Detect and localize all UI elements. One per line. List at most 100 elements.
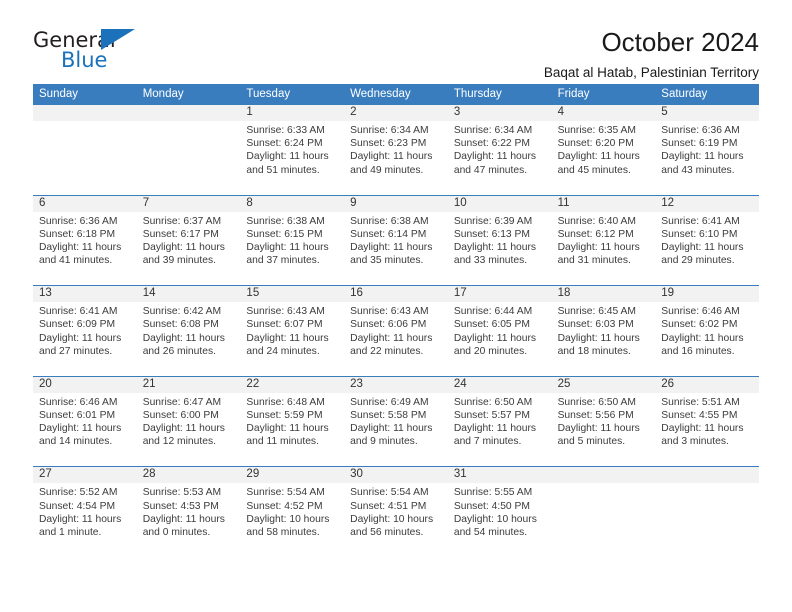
day-number: 28 [136, 467, 241, 484]
day-number: 25 [551, 376, 656, 393]
day-number: 31 [447, 467, 552, 484]
day-number: 4 [551, 105, 656, 121]
calendar-week-row: 6 Sunrise: 6:36 AM Sunset: 6:18 PM Daylig… [33, 194, 759, 286]
weekday-header-tuesday: Tuesday [246, 88, 291, 100]
day-number: 5 [655, 105, 759, 121]
calendar-day-cell[interactable]: 31 Sunrise: 5:55 AM Sunset: 4:50 PM Dayli… [447, 467, 552, 557]
day-sun-info: Sunrise: 6:41 AM Sunset: 6:09 PM Dayligh… [39, 306, 122, 357]
day-sun-info: Sunrise: 6:44 AM Sunset: 6:05 PM Dayligh… [453, 306, 537, 357]
calendar-day-cell[interactable]: 11 Sunrise: 6:40 AM Sunset: 6:12 PM Dayli… [551, 195, 656, 286]
calendar-day-cell[interactable]: 13 Sunrise: 6:41 AM Sunset: 6:09 PM Dayli… [33, 286, 137, 376]
logo-triangle-icon [101, 29, 135, 50]
weekday-header-thursday: Thursday [453, 88, 502, 100]
calendar-day-cell[interactable]: 26 Sunrise: 5:51 AM Sunset: 4:55 PM Dayli… [655, 376, 759, 467]
day-number: 13 [33, 286, 137, 303]
day-sun-info: Sunrise: 6:36 AM Sunset: 6:18 PM Dayligh… [39, 215, 122, 267]
page-title: October 2024 [601, 27, 759, 57]
day-number: 29 [240, 467, 345, 484]
title-block: October 2024 Baqat al Hatab, Palestinian… [153, 27, 759, 81]
day-sun-info: Sunrise: 6:38 AM Sunset: 6:14 PM Dayligh… [350, 215, 433, 267]
day-number: 6 [33, 195, 137, 212]
day-sun-info: Sunrise: 6:37 AM Sunset: 6:17 PM Dayligh… [142, 215, 225, 267]
calendar-day-cell[interactable]: 7 Sunrise: 6:37 AM Sunset: 6:17 PM Daylig… [136, 195, 241, 286]
day-number [33, 105, 137, 121]
day-sun-info: Sunrise: 6:43 AM Sunset: 6:06 PM Dayligh… [350, 306, 433, 357]
calendar-day-cell[interactable]: 25 Sunrise: 6:50 AM Sunset: 5:56 PM Dayli… [551, 376, 656, 467]
day-number [136, 105, 241, 121]
calendar-day-cell[interactable]: 18 Sunrise: 6:45 AM Sunset: 6:03 PM Dayli… [551, 286, 656, 376]
calendar-day-cell[interactable]: 6 Sunrise: 6:36 AM Sunset: 6:18 PM Daylig… [33, 195, 137, 286]
calendar-day-cell[interactable]: 29 Sunrise: 5:54 AM Sunset: 4:52 PM Dayli… [240, 467, 345, 557]
day-sun-info: Sunrise: 6:50 AM Sunset: 5:56 PM Dayligh… [557, 396, 640, 448]
calendar-day-cell[interactable]: 3 Sunrise: 6:34 AM Sunset: 6:22 PM Daylig… [447, 105, 552, 195]
calendar-day-cell[interactable]: 30 Sunrise: 5:54 AM Sunset: 4:51 PM Dayli… [344, 467, 448, 557]
calendar-day-cell[interactable]: 9 Sunrise: 6:38 AM Sunset: 6:14 PM Daylig… [344, 195, 448, 286]
day-sun-info: Sunrise: 5:54 AM Sunset: 4:52 PM Dayligh… [246, 487, 330, 538]
day-sun-info: Sunrise: 6:36 AM Sunset: 6:19 PM Dayligh… [661, 125, 744, 176]
calendar-day-cell[interactable]: 16 Sunrise: 6:43 AM Sunset: 6:06 PM Dayli… [344, 286, 448, 376]
calendar-day-cell[interactable]: 2 Sunrise: 6:34 AM Sunset: 6:23 PM Daylig… [344, 105, 448, 195]
day-number: 12 [655, 195, 759, 212]
day-number: 10 [447, 195, 552, 212]
day-sun-info: Sunrise: 6:34 AM Sunset: 6:23 PM Dayligh… [350, 125, 433, 176]
day-sun-info: Sunrise: 6:49 AM Sunset: 5:58 PM Dayligh… [350, 396, 433, 448]
page-subtitle: Baqat al Hatab, Palestinian Territory [543, 65, 759, 81]
calendar-grid: Sunday Monday Tuesday Wednesday Thursday Frid… [33, 84, 759, 557]
calendar-day-cell[interactable]: 24 Sunrise: 6:50 AM Sunset: 5:57 PM Dayli… [447, 376, 552, 467]
weekday-header-sunday: Sunday [39, 88, 79, 100]
calendar-day-cell[interactable]: 12 Sunrise: 6:41 AM Sunset: 6:10 PM Dayli… [655, 195, 759, 286]
day-number: 7 [136, 195, 241, 212]
calendar-day-cell[interactable]: 22 Sunrise: 6:48 AM Sunset: 5:59 PM Dayli… [240, 376, 345, 467]
calendar-day-cell[interactable]: 14 Sunrise: 6:42 AM Sunset: 6:08 PM Dayli… [136, 286, 241, 376]
calendar-day-cell[interactable]: 19 Sunrise: 6:46 AM Sunset: 6:02 PM Dayli… [655, 286, 759, 376]
day-number: 3 [447, 105, 552, 121]
day-number: 20 [33, 376, 137, 393]
day-number: 22 [240, 376, 345, 393]
day-number: 16 [344, 286, 448, 303]
logo-word-blue: Blue [61, 48, 108, 72]
day-number: 24 [447, 376, 552, 393]
calendar-day-cell-empty [136, 105, 241, 195]
day-number [655, 467, 759, 484]
calendar-day-cell[interactable]: 17 Sunrise: 6:44 AM Sunset: 6:05 PM Dayli… [447, 286, 552, 376]
calendar-week-row: 13 Sunrise: 6:41 AM Sunset: 6:09 PM Dayli… [33, 285, 759, 376]
day-sun-info: Sunrise: 6:45 AM Sunset: 6:03 PM Dayligh… [557, 306, 640, 357]
calendar-page: General Blue October 2024 Baqat al Hatab… [0, 0, 792, 612]
calendar-day-cell[interactable]: 8 Sunrise: 6:38 AM Sunset: 6:15 PM Daylig… [240, 195, 345, 286]
calendar-day-cell[interactable]: 10 Sunrise: 6:39 AM Sunset: 6:13 PM Dayli… [447, 195, 552, 286]
day-sun-info: Sunrise: 5:55 AM Sunset: 4:50 PM Dayligh… [453, 487, 537, 538]
page-header: General Blue October 2024 Baqat al Hatab… [33, 0, 759, 80]
day-number: 14 [136, 286, 241, 303]
calendar-week-row: 20 Sunrise: 6:46 AM Sunset: 6:01 PM Dayli… [33, 375, 759, 467]
calendar-day-cell[interactable]: 28 Sunrise: 5:53 AM Sunset: 4:53 PM Dayli… [136, 467, 241, 557]
weekday-header-wednesday: Wednesday [350, 88, 411, 100]
day-sun-info: Sunrise: 6:42 AM Sunset: 6:08 PM Dayligh… [142, 306, 225, 357]
day-sun-info: Sunrise: 6:47 AM Sunset: 6:00 PM Dayligh… [142, 396, 225, 448]
calendar-weeks: 1 Sunrise: 6:33 AM Sunset: 6:24 PM Daylig… [33, 105, 759, 557]
calendar-day-cell[interactable]: 21 Sunrise: 6:47 AM Sunset: 6:00 PM Dayli… [136, 376, 241, 467]
day-sun-info: Sunrise: 6:38 AM Sunset: 6:15 PM Dayligh… [246, 215, 329, 267]
day-sun-info: Sunrise: 6:46 AM Sunset: 6:01 PM Dayligh… [39, 396, 122, 448]
calendar-day-cell[interactable]: 23 Sunrise: 6:49 AM Sunset: 5:58 PM Dayli… [344, 376, 448, 467]
calendar-day-cell-empty [33, 105, 137, 195]
calendar-day-cell[interactable]: 20 Sunrise: 6:46 AM Sunset: 6:01 PM Dayli… [33, 376, 137, 467]
calendar-day-cell[interactable]: 4 Sunrise: 6:35 AM Sunset: 6:20 PM Daylig… [551, 105, 656, 195]
weekday-header-friday: Friday [557, 88, 590, 100]
day-sun-info: Sunrise: 5:51 AM Sunset: 4:55 PM Dayligh… [661, 396, 744, 448]
weekday-header-monday: Monday [142, 88, 184, 100]
calendar-day-cell[interactable]: 27 Sunrise: 5:52 AM Sunset: 4:54 PM Dayli… [33, 467, 137, 557]
day-sun-info: Sunrise: 6:43 AM Sunset: 6:07 PM Dayligh… [246, 306, 329, 357]
day-number: 15 [240, 286, 345, 303]
calendar-day-cell-empty [655, 467, 759, 557]
day-number: 23 [344, 376, 448, 393]
day-number: 2 [344, 105, 448, 121]
day-number [551, 467, 656, 484]
day-sun-info: Sunrise: 6:33 AM Sunset: 6:24 PM Dayligh… [246, 125, 329, 176]
calendar-day-cell[interactable]: 5 Sunrise: 6:36 AM Sunset: 6:19 PM Daylig… [655, 105, 759, 195]
calendar-day-cell[interactable]: 1 Sunrise: 6:33 AM Sunset: 6:24 PM Daylig… [240, 105, 345, 195]
weekday-header-row: Sunday Monday Tuesday Wednesday Thursday Frid… [33, 84, 759, 105]
day-sun-info: Sunrise: 6:35 AM Sunset: 6:20 PM Dayligh… [557, 125, 640, 176]
day-number: 21 [136, 376, 241, 393]
calendar-day-cell[interactable]: 15 Sunrise: 6:43 AM Sunset: 6:07 PM Dayli… [240, 286, 345, 376]
day-number: 8 [240, 195, 345, 212]
